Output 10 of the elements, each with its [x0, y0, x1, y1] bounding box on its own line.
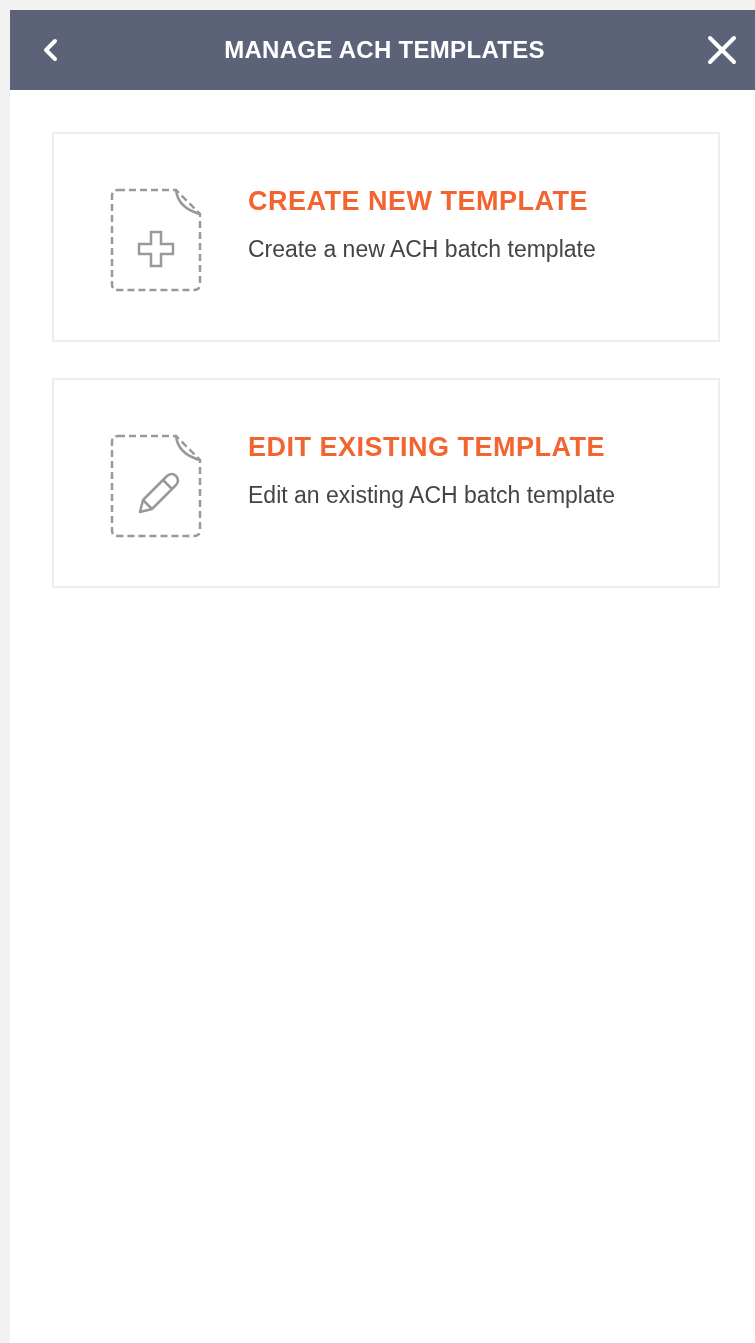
- option-card[interactable]: EDIT EXISTING TEMPLATE Edit an existing ACH batch template: [52, 378, 720, 588]
- option-card[interactable]: CREATE NEW TEMPLATE Create a new ACH batch template: [52, 132, 720, 342]
- option-description: Create a new ACH batch template: [248, 235, 596, 264]
- new-document-icon: [110, 188, 202, 292]
- option-title: CREATE NEW TEMPLATE: [248, 186, 589, 217]
- close-icon: [707, 35, 737, 65]
- option-title: EDIT EXISTING TEMPLATE: [248, 432, 607, 463]
- window-title: MANAGE ACH TEMPLATES: [224, 36, 545, 64]
- option-description: Edit an existing ACH batch template: [248, 481, 615, 510]
- edit-document-icon: [110, 434, 202, 538]
